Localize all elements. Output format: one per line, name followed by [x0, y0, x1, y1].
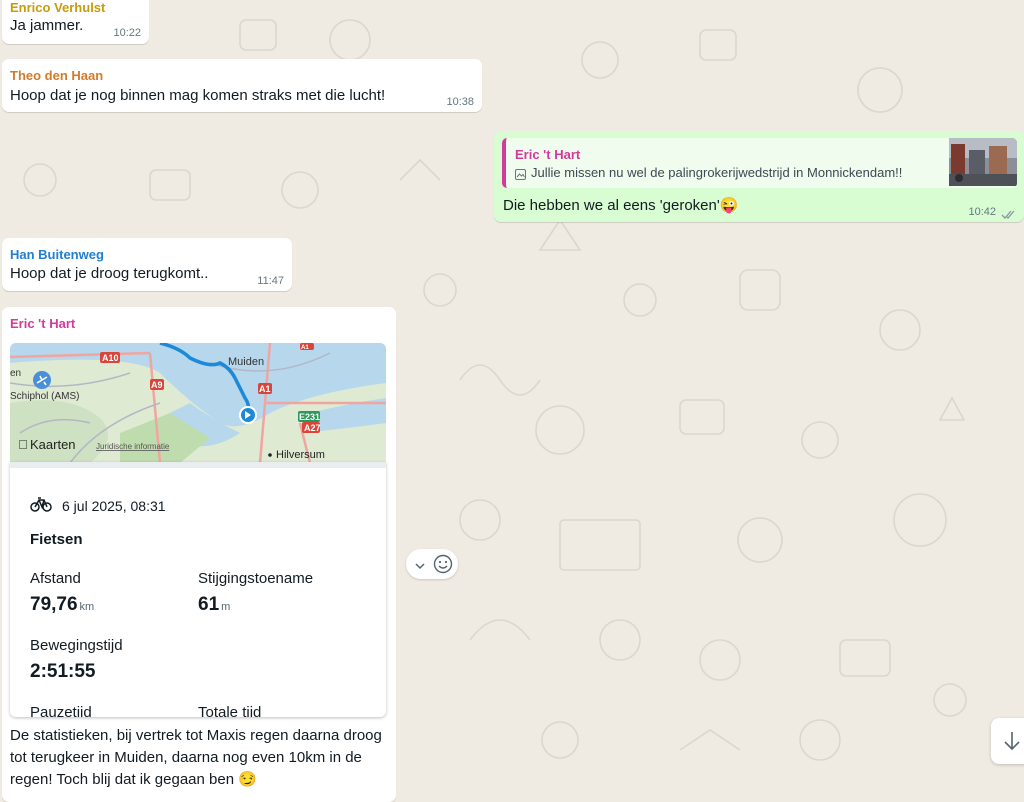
message-time: 11:47 [257, 275, 284, 287]
message-bubble[interactable]: Theo den Haan Hoop dat je nog binnen mag… [2, 59, 482, 112]
map-label-muiden: Muiden [228, 356, 264, 368]
quoted-photo-thumbnail [949, 138, 1017, 186]
sender-name: Enrico Verhulst [10, 0, 106, 15]
workout-card[interactable]: 6 jul 2025, 08:31 Fietsen Afstand 79,76 k… [10, 462, 386, 717]
message-text: Hoop dat je nog binnen mag komen straks … [10, 87, 386, 104]
sender-name: Eric 't Hart [10, 316, 76, 331]
message-actions[interactable] [406, 549, 458, 579]
chevron-down-icon[interactable] [415, 558, 425, 576]
map-label-hilversum: Hilversum [276, 449, 325, 461]
moving-time-label: Bewegingstijd [30, 637, 123, 654]
message-time: 10:38 [446, 96, 474, 108]
map-label-schiphol: Schiphol (AMS) [10, 391, 79, 402]
distance-label: Afstand [30, 570, 81, 587]
distance-value: 79,76 km [30, 594, 95, 615]
road-shield-a10: A10 [102, 353, 119, 363]
road-shield-e231: E231 [299, 412, 320, 422]
road-shield-a1: A1 [259, 384, 271, 394]
legal-link[interactable]: Juridische informatie [96, 442, 170, 451]
road-shield-a9: A9 [151, 380, 163, 390]
maps-brand-label: Kaarten [30, 437, 76, 452]
road-shield-a27: A27 [304, 423, 321, 433]
message-text: Hoop dat je droog terugkomt.. [10, 265, 209, 282]
message-bubble[interactable]: Han Buitenweg Hoop dat je droog terugkom… [2, 238, 292, 291]
moving-time-value: 2:51:55 [30, 661, 96, 682]
photo-icon [515, 167, 526, 180]
scroll-to-bottom-button[interactable] [991, 718, 1024, 764]
message-time: 10:42 [968, 206, 996, 218]
read-ticks-icon [1001, 207, 1017, 225]
outgoing-message-bubble[interactable]: Eric 't Hart Jullie missen nu wel de pal… [494, 131, 1024, 222]
arrow-down-icon [1002, 730, 1022, 757]
message-caption: De statistieken, bij vertrek tot Maxis r… [10, 727, 382, 788]
road-shield-a1-top: A1 [301, 345, 309, 351]
message-text: Die hebben we al eens 'geroken'😜 [503, 197, 739, 214]
elevation-label: Stijgingstoename [198, 570, 314, 587]
sender-name: Theo den Haan [10, 68, 104, 83]
quoted-message[interactable]: Eric 't Hart Jullie missen nu wel de pal… [502, 138, 1017, 188]
elevation-value: 61 m [198, 594, 231, 615]
map-label-en: en [10, 368, 21, 379]
apple-maps-logo:  [18, 437, 28, 452]
message-text: Ja jammer. [10, 17, 84, 34]
message-bubble[interactable]: Enrico Verhulst Ja jammer. 10:22 [2, 0, 149, 44]
message-time: 10:22 [113, 27, 141, 39]
quoted-sender: Eric 't Hart [515, 147, 581, 162]
quoted-text: Jullie missen nu wel de palingrokerijwed… [531, 165, 903, 180]
workout-date: 6 jul 2025, 08:31 [62, 498, 166, 514]
emoji-icon[interactable] [433, 554, 453, 579]
total-time-label: Totale tijd [198, 704, 262, 717]
sender-name: Han Buitenweg [10, 247, 104, 262]
route-map[interactable]: A10 A9 A1 E231 A27 A1 Muiden Schiphol (A… [10, 343, 386, 463]
bicycle-icon [30, 496, 52, 517]
workout-type: Fietsen [30, 531, 83, 548]
pause-time-label: Pauzetijd [30, 704, 92, 717]
